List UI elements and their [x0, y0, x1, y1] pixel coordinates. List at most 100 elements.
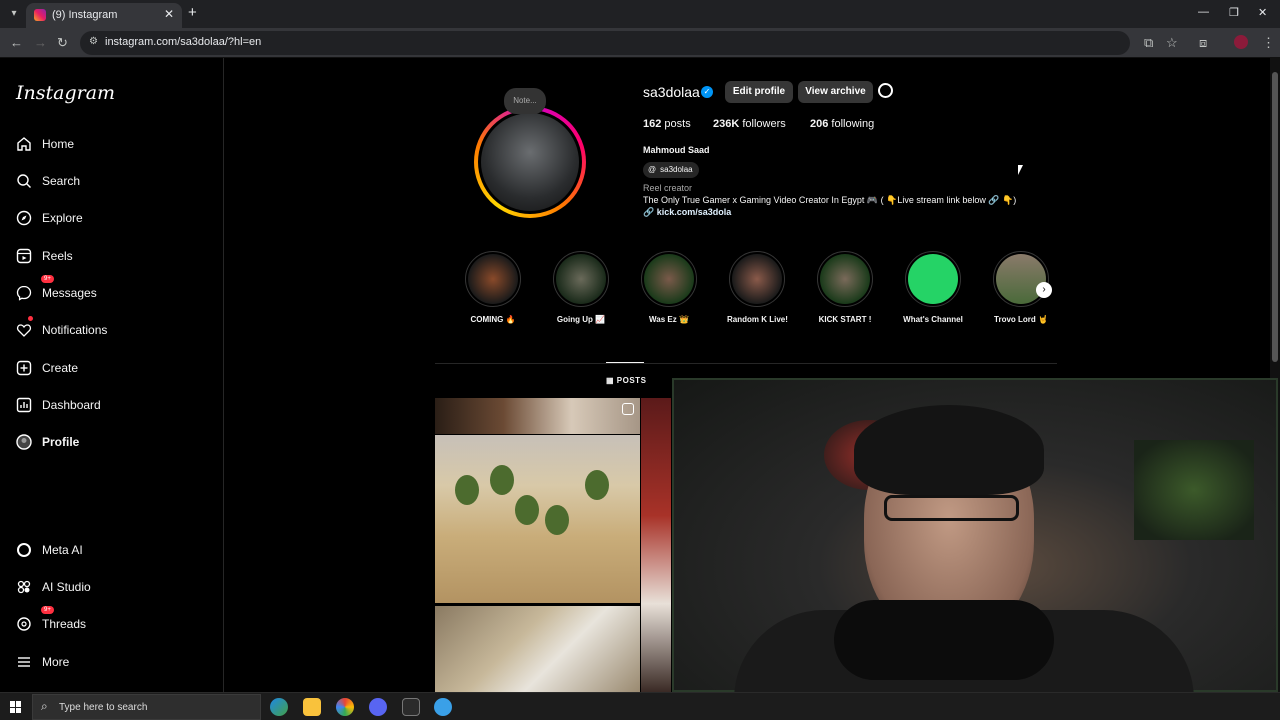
sidebar-item-dashboard[interactable]: Dashboard	[16, 393, 101, 417]
highlights-next-arrow-icon[interactable]: ›	[1036, 282, 1052, 298]
restore-icon[interactable]: ❐	[1229, 6, 1239, 19]
sidebar-item-ai-studio[interactable]: AI Studio	[16, 575, 91, 599]
following-count[interactable]: 206 following	[810, 118, 874, 130]
edit-profile-button[interactable]: Edit profile	[725, 81, 793, 103]
avatar-icon	[16, 434, 32, 450]
highlight-item[interactable]: KICK START !	[815, 251, 875, 324]
profile-avatar[interactable]	[474, 106, 586, 218]
settings-gear-icon[interactable]	[878, 83, 893, 98]
windows-start-icon[interactable]	[10, 701, 22, 713]
extensions-icon[interactable]: ⧈	[1199, 35, 1207, 51]
post-image-detail	[455, 475, 479, 505]
highlight-label: Trovo Lord 🤘	[994, 315, 1048, 324]
followers-count-value: 236K	[713, 118, 740, 130]
new-tab-icon[interactable]: +	[188, 4, 197, 21]
browser-toolbar: ← → ↻ ⚙ instagram.com/sa3dolaa/?hl=en ⧉ …	[0, 28, 1280, 58]
highlight-item[interactable]: Random K Live!	[727, 251, 788, 324]
sidebar: Instagram Home Search Explore Reels Mess…	[0, 58, 224, 692]
sidebar-item-meta-ai[interactable]: Meta AI	[16, 538, 83, 562]
highlight-label: What's Channel	[903, 315, 963, 324]
followers-count[interactable]: 236K followers	[713, 118, 786, 130]
back-icon[interactable]: ←	[10, 35, 23, 50]
highlight-cover	[468, 254, 518, 304]
address-bar[interactable]: ⚙ instagram.com/sa3dolaa/?hl=en	[80, 31, 1130, 55]
post-tile[interactable]	[435, 606, 640, 692]
sidebar-item-explore[interactable]: Explore	[16, 206, 83, 230]
highlight-label: KICK START !	[818, 315, 872, 324]
threads-handle: sa3dolaa	[660, 165, 693, 174]
highlight-item[interactable]: What's Channel	[903, 251, 963, 324]
note-bubble[interactable]: Note...	[504, 88, 546, 114]
webcam-headphones	[834, 600, 1054, 680]
browser-tab[interactable]: (9) Instagram ✕	[26, 3, 182, 28]
taskbar-search[interactable]: ⌕ Type here to search	[32, 694, 261, 720]
sidebar-item-label: Threads	[42, 617, 87, 631]
heart-icon	[16, 324, 32, 337]
sidebar-item-messages[interactable]: Messages 9+	[16, 275, 97, 305]
home-icon	[17, 137, 31, 151]
highlight-ring	[905, 251, 961, 307]
threads-handle-pill[interactable]: @ sa3dolaa	[643, 162, 699, 178]
instagram-logo[interactable]: Instagram	[16, 82, 115, 104]
profile-link-text: kick.com/sa3dola	[656, 207, 732, 217]
file-explorer-icon[interactable]	[303, 698, 321, 716]
sidebar-item-search[interactable]: Search	[16, 169, 80, 193]
view-archive-button[interactable]: View archive	[798, 81, 873, 103]
close-tab-icon[interactable]: ✕	[164, 7, 174, 21]
sidebar-item-home[interactable]: Home	[16, 132, 74, 156]
tab-search-icon[interactable]: ▾	[6, 6, 22, 22]
discord-icon[interactable]	[369, 698, 387, 716]
highlight-item[interactable]: COMING 🔥	[463, 251, 523, 324]
forward-icon[interactable]: →	[34, 35, 47, 50]
highlight-label: COMING 🔥	[470, 315, 516, 324]
sidebar-item-profile[interactable]: Profile	[16, 430, 79, 454]
post-tile[interactable]	[435, 435, 640, 603]
sidebar-item-label: More	[42, 655, 70, 669]
highlight-cover	[820, 254, 870, 304]
taskbar: ⌕ Type here to search	[0, 692, 1280, 720]
site-info-icon[interactable]: ⚙	[89, 36, 98, 47]
minimize-icon[interactable]: —	[1198, 6, 1209, 18]
highlight-label: Going Up 📈	[556, 315, 606, 324]
app-icon[interactable]	[402, 698, 420, 716]
reload-icon[interactable]: ↻	[57, 35, 68, 51]
app-icon[interactable]	[434, 698, 452, 716]
compass-icon	[16, 210, 32, 226]
more-menu-icon[interactable]: ⋮	[1262, 35, 1275, 51]
taskbar-search-placeholder: Type here to search	[59, 702, 148, 713]
post-tile[interactable]	[435, 398, 640, 434]
notification-dot	[28, 316, 33, 321]
sidebar-item-reels[interactable]: Reels	[16, 244, 73, 268]
edge-icon[interactable]	[270, 698, 288, 716]
sidebar-item-create[interactable]: Create	[16, 356, 78, 380]
sidebar-item-more[interactable]: More	[16, 650, 69, 674]
threads-icon	[17, 617, 31, 631]
chart-icon	[16, 397, 32, 413]
profile-username: sa3dolaa	[643, 84, 700, 100]
profile-bio: The Only True Gamer x Gaming Video Creat…	[643, 195, 1017, 205]
ai-studio-icon	[17, 580, 31, 594]
highlight-item[interactable]: Was Ez 👑	[639, 251, 699, 324]
highlight-ring	[553, 251, 609, 307]
sidebar-item-threads[interactable]: Threads 9+	[16, 606, 87, 636]
tab-posts[interactable]: ▦ POSTS	[606, 376, 646, 385]
profile-link[interactable]: 🔗 kick.com/sa3dola	[643, 207, 731, 218]
highlight-label: Was Ez 👑	[649, 315, 689, 324]
highlight-cover	[644, 254, 694, 304]
highlight-item[interactable]: Going Up 📈	[551, 251, 611, 324]
reels-icon	[16, 248, 32, 264]
bookmark-star-icon[interactable]: ☆	[1166, 35, 1178, 51]
chrome-icon[interactable]	[336, 698, 354, 716]
profile-category: Reel creator	[643, 183, 693, 193]
active-tab-indicator	[606, 362, 644, 363]
sidebar-item-notifications[interactable]: Notifications	[16, 316, 107, 342]
scrollbar-thumb[interactable]	[1272, 72, 1278, 362]
close-window-icon[interactable]: ✕	[1258, 6, 1267, 19]
post-tile[interactable]	[641, 398, 671, 692]
verified-badge-icon: ✓	[701, 86, 713, 98]
profile-picture	[481, 113, 579, 211]
browser-profile-avatar[interactable]	[1234, 35, 1248, 49]
threads-small-icon: @	[648, 165, 657, 174]
tabs-divider	[435, 363, 1057, 364]
install-app-icon[interactable]: ⧉	[1144, 35, 1153, 51]
